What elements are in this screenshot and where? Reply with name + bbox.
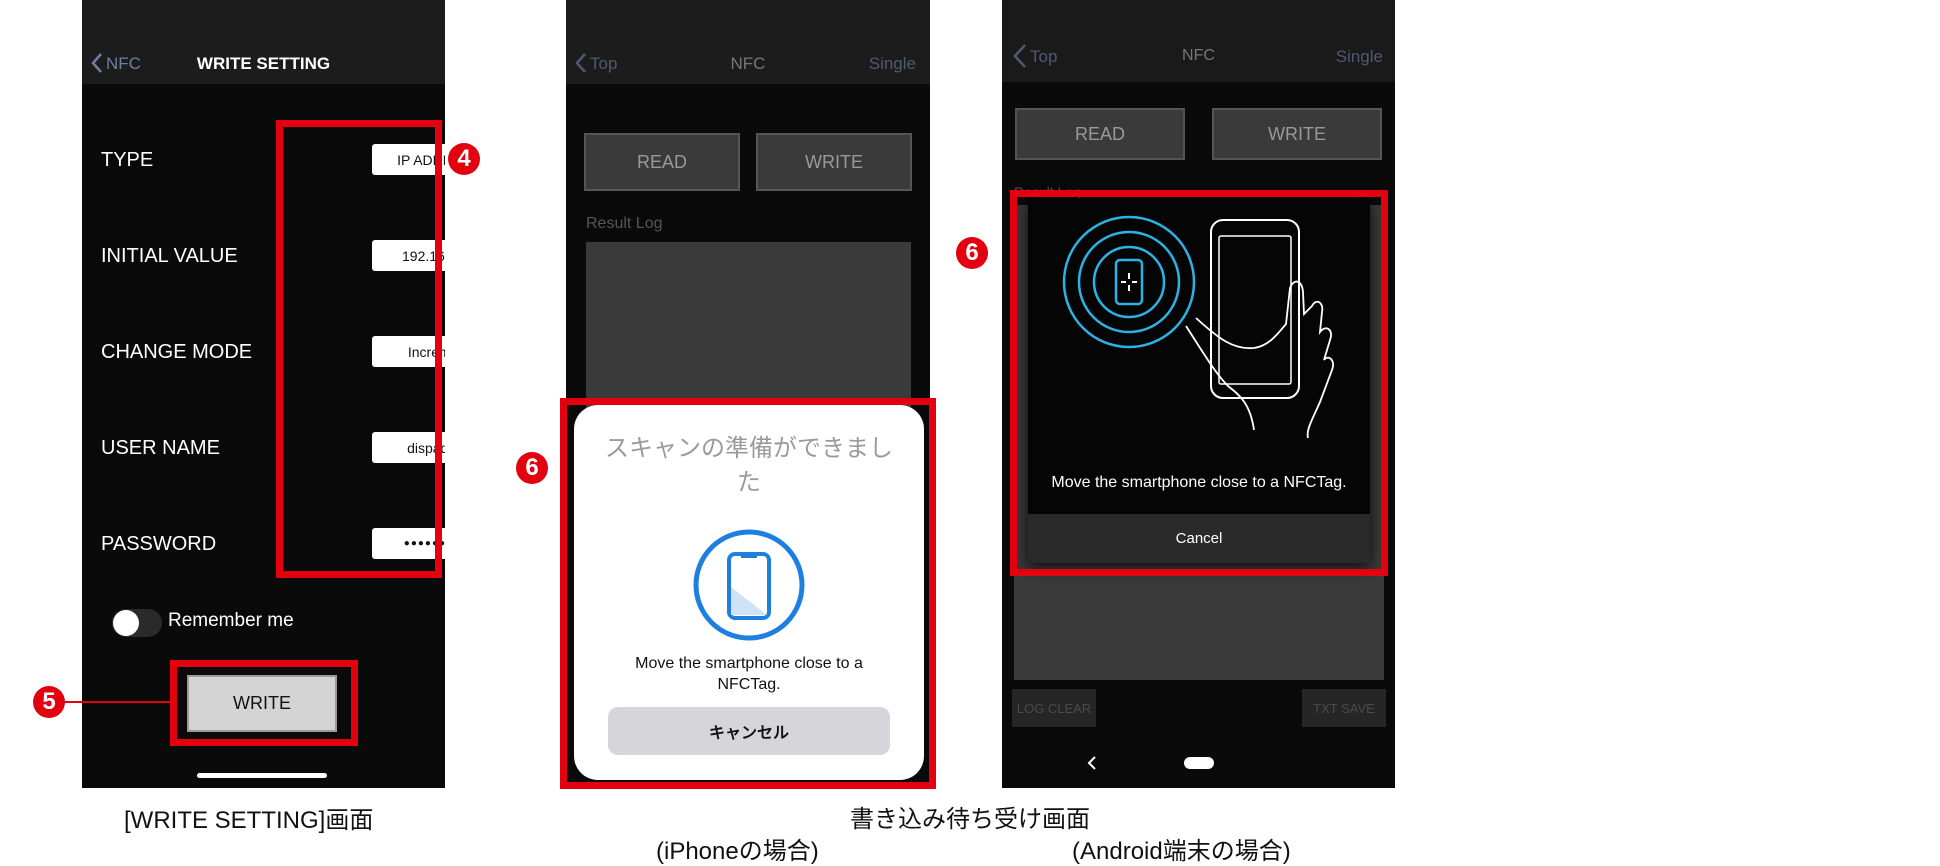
iphone-highlight-frame <box>560 398 936 789</box>
write-button[interactable]: WRITE <box>756 133 912 191</box>
single-link[interactable]: Single <box>1336 47 1383 67</box>
callout-line <box>64 701 172 703</box>
caption-iphone: (iPhoneの場合) <box>656 838 819 865</box>
caption-waiting-screen: 書き込み待ち受け画面 <box>850 806 1090 833</box>
user-name-label: USER NAME <box>101 437 220 459</box>
step-badge-6: 6 <box>956 237 988 269</box>
home-indicator <box>197 773 327 778</box>
initial-value-label: INITIAL VALUE <box>101 245 238 267</box>
remember-label: Remember me <box>168 610 294 631</box>
read-button[interactable]: READ <box>584 133 740 191</box>
navigation-bar: Top NFC Single <box>1002 0 1395 82</box>
android-back-icon[interactable] <box>1087 756 1097 770</box>
txt-save-button[interactable]: TXT SAVE <box>1302 689 1386 727</box>
step-badge-4: 4 <box>448 143 480 175</box>
result-log-label: Result Log <box>586 215 663 232</box>
write-button-highlight-frame <box>170 660 358 746</box>
navigation-bar: Top NFC Single <box>566 0 930 84</box>
type-label: TYPE <box>101 149 154 171</box>
caption-write-setting: [WRITE SETTING]画面 <box>124 807 374 834</box>
android-highlight-frame <box>1010 190 1388 576</box>
write-button[interactable]: WRITE <box>1212 108 1382 160</box>
step-badge-5: 5 <box>33 686 65 718</box>
change-mode-label: CHANGE MODE <box>101 341 253 363</box>
navigation-bar: NFC WRITE SETTING <box>82 0 445 84</box>
page-title: WRITE SETTING <box>196 54 331 73</box>
remember-toggle[interactable] <box>112 609 162 637</box>
android-home-pill[interactable] <box>1184 757 1214 769</box>
fields-highlight-frame <box>276 120 442 578</box>
caption-android: (Android端末の場合) <box>1072 838 1291 865</box>
log-clear-button[interactable]: LOG CLEAR <box>1012 689 1096 727</box>
read-button[interactable]: READ <box>1015 108 1185 160</box>
toggle-knob <box>113 610 139 636</box>
result-log-area <box>586 242 911 412</box>
step-badge-6: 6 <box>516 452 548 484</box>
single-link[interactable]: Single <box>869 54 916 74</box>
password-label: PASSWORD <box>101 533 217 555</box>
